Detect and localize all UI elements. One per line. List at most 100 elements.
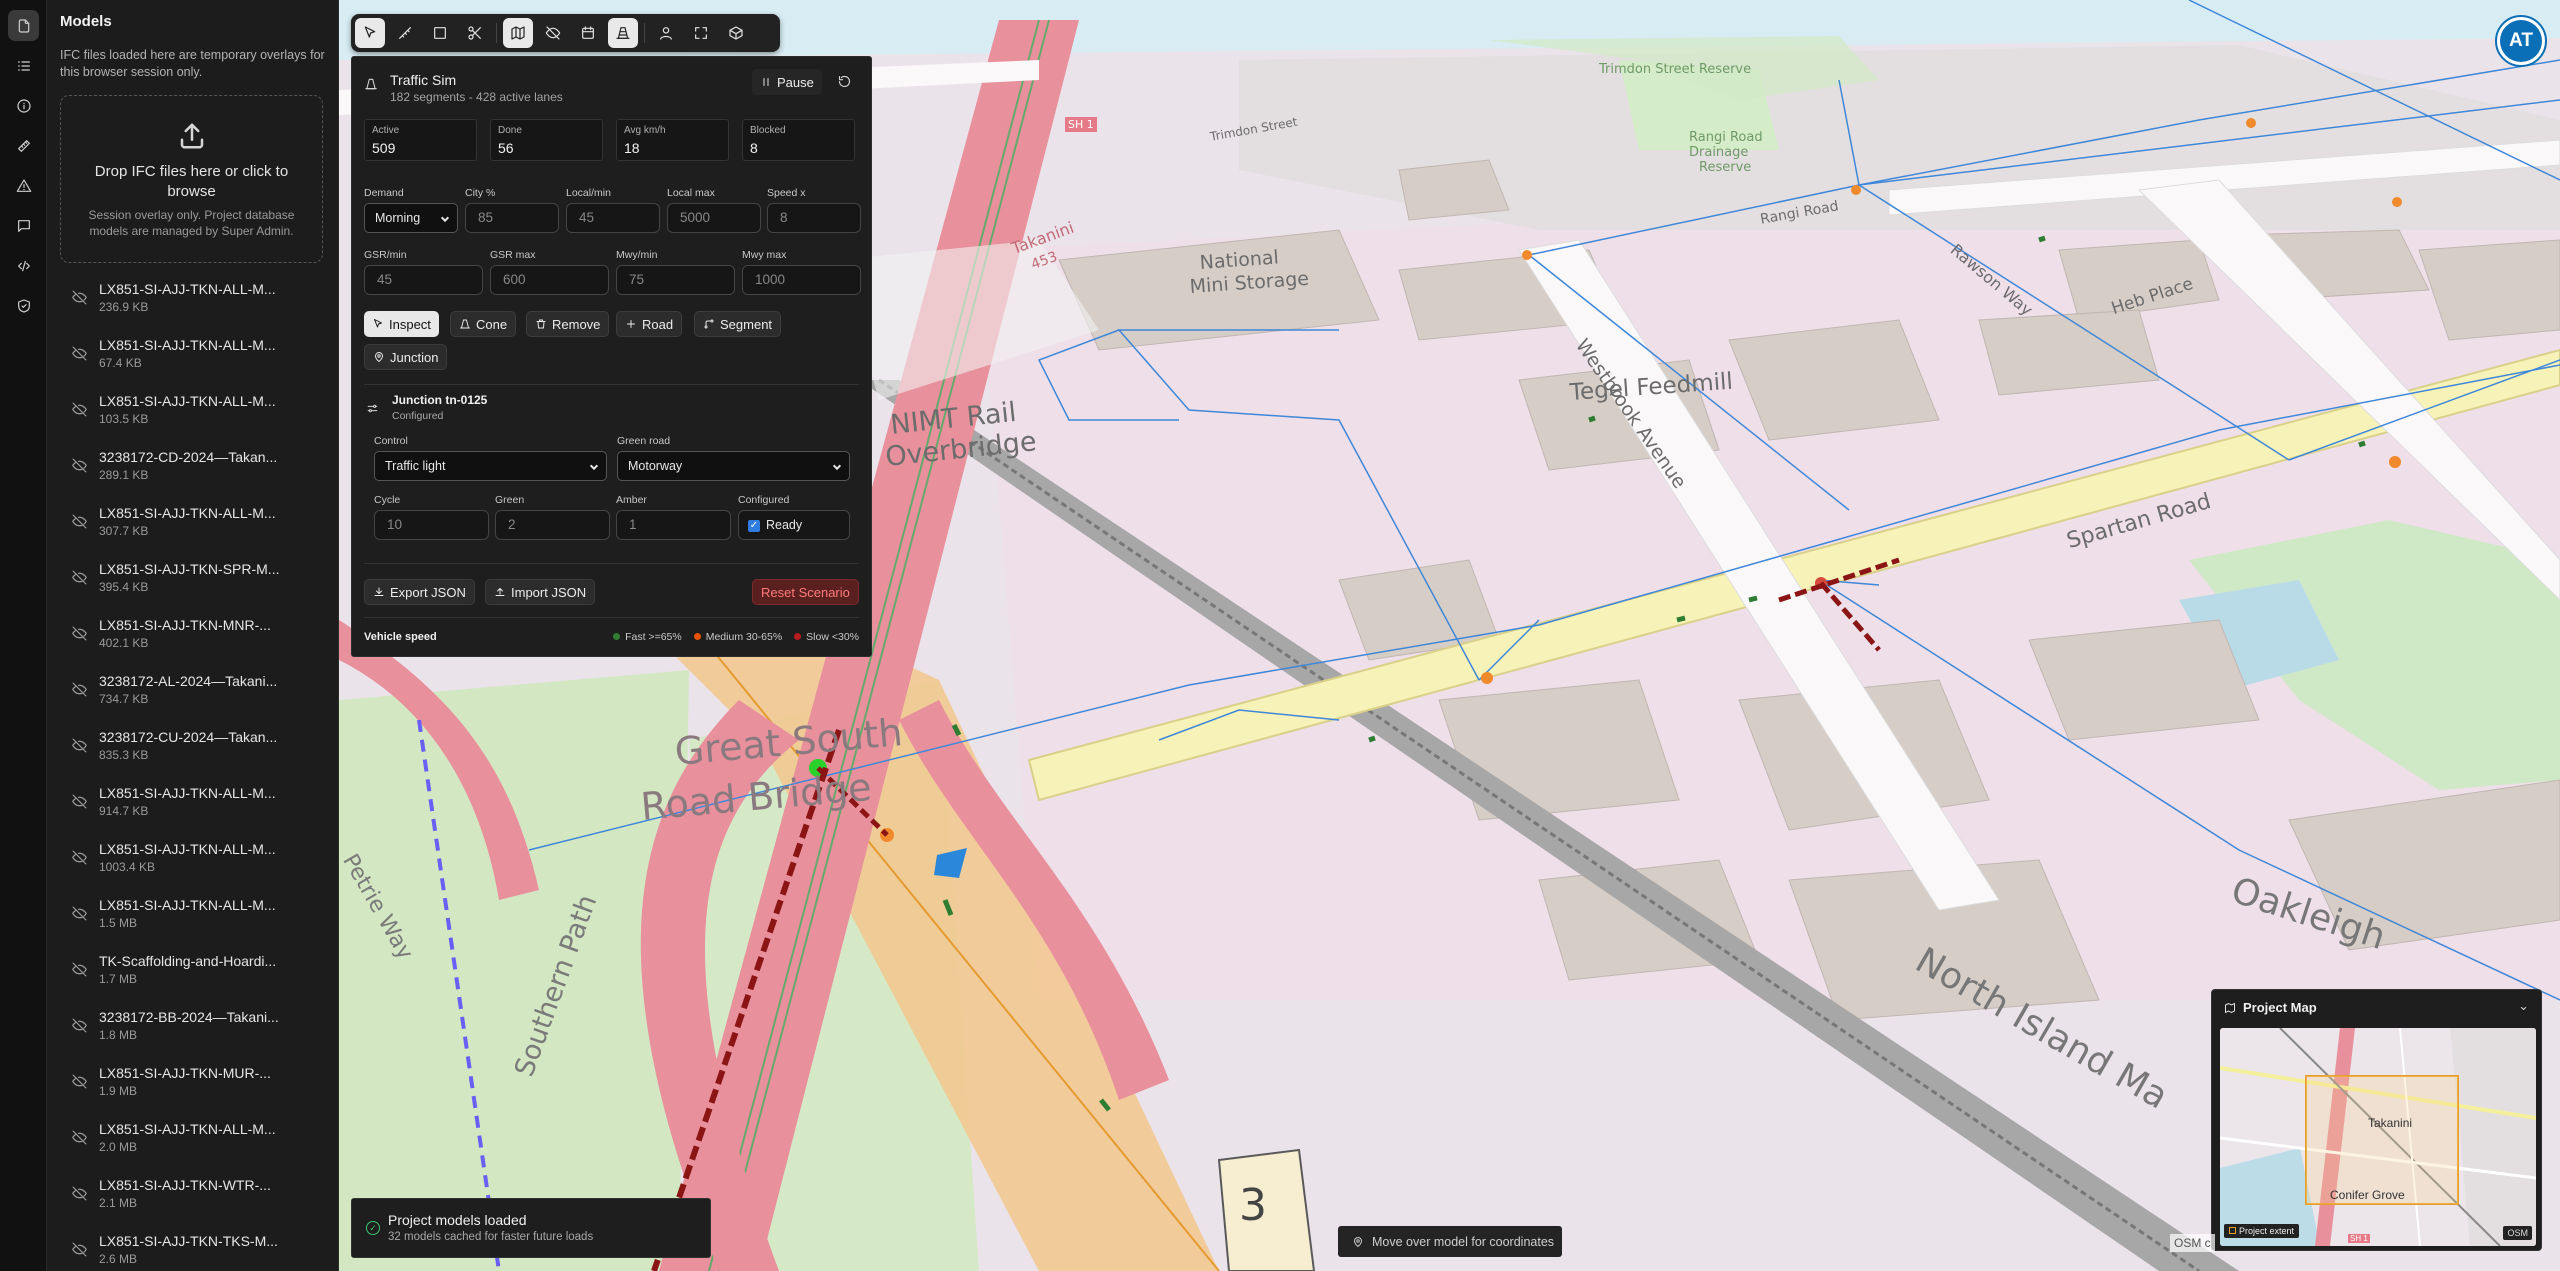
checkbox-checked-icon[interactable]: ✓ [748,520,760,532]
eye-off-icon[interactable] [71,1241,88,1258]
eye-off-icon[interactable] [71,1185,88,1202]
green-road-select[interactable]: Motorway [617,451,850,481]
models-loaded-toast: ✓ Project models loaded 32 models cached… [351,1198,711,1258]
stat-label: Avg km/h [624,125,666,136]
project-map-header[interactable]: Project Map [2224,1000,2317,1015]
eye-off-icon[interactable] [71,737,88,754]
import-json-button[interactable]: Import JSON [485,579,596,605]
model-file-row[interactable]: LX851-SI-AJJ-TKN-ALL-M... 236.9 KB [47,273,338,329]
reset-scenario-button[interactable]: Reset Scenario [752,579,859,605]
layers-list-icon[interactable] [8,50,39,81]
models-icon[interactable] [8,10,39,41]
project-map-thumbnail[interactable]: Takanini Conifer Grove Project extent SH… [2220,1028,2536,1246]
mwy-min-label: Mwy/min [616,249,658,261]
eye-off-icon[interactable] [71,513,88,530]
model-file-row[interactable]: LX851-SI-AJJ-TKN-ALL-M... 67.4 KB [47,329,338,385]
junction-status: Configured [392,410,444,422]
road-tool-button[interactable]: Road [616,311,683,337]
model-file-row[interactable]: 3238172-CD-2024—Takan... 289.1 KB [47,441,338,497]
cone-tool-button[interactable]: Cone [450,311,517,337]
eye-off-icon[interactable] [71,1017,88,1034]
amber-input[interactable]: 1 [616,510,731,540]
local-min-input[interactable]: 45 [566,203,660,233]
person-icon[interactable] [651,18,681,48]
ifc-dropzone[interactable]: Drop IFC files here or click to browse S… [60,95,323,263]
eye-off-icon[interactable] [71,849,88,866]
export-label: Export JSON [390,584,466,600]
demand-select[interactable]: Morning [364,203,458,233]
model-file-row[interactable]: LX851-SI-AJJ-TKN-MUR-... 1.9 MB [47,1057,338,1113]
osm-attribution[interactable]: OSM c [2170,1234,2215,1252]
chat-icon[interactable] [8,210,39,241]
map-pin-icon [1353,1236,1363,1247]
model-file-row[interactable]: LX851-SI-AJJ-TKN-ALL-M... 103.5 KB [47,385,338,441]
eye-off-icon[interactable] [71,289,88,306]
traffic-cone-icon[interactable] [608,18,638,48]
gsr-max-input[interactable]: 600 [490,265,609,295]
code-icon[interactable] [8,250,39,281]
fullscreen-icon[interactable] [686,18,716,48]
eye-off-icon[interactable] [71,1129,88,1146]
local-max-input[interactable]: 5000 [667,203,761,233]
traffic-cone-icon [460,319,470,329]
ready-checkbox-field[interactable]: ✓ Ready [738,510,850,540]
hide-icon[interactable] [538,18,568,48]
model-file-row[interactable]: LX851-SI-AJJ-TKN-ALL-M... 1.5 MB [47,889,338,945]
eye-off-icon[interactable] [71,625,88,642]
gsr-min-input[interactable]: 45 [364,265,483,295]
model-file-row[interactable]: LX851-SI-AJJ-TKN-ALL-M... 914.7 KB [47,777,338,833]
segment-tool-button[interactable]: Segment [694,311,782,337]
map-pin-icon [375,352,383,362]
pause-button[interactable]: Pause [752,69,822,95]
collapse-chevron-icon[interactable]: ⌄ [2518,998,2529,1014]
osm-badge[interactable]: OSM [2503,1226,2532,1240]
info-icon[interactable] [8,90,39,121]
eye-off-icon[interactable] [71,401,88,418]
model-file-row[interactable]: LX851-SI-AJJ-TKN-SPR-M... 395.4 KB [47,553,338,609]
demand-value: Morning [375,211,421,225]
calendar-icon[interactable] [573,18,603,48]
reset-icon[interactable] [837,74,852,94]
eye-off-icon[interactable] [71,905,88,922]
inspect-tool-button[interactable]: Inspect [364,311,439,337]
model-file-row[interactable]: LX851-SI-AJJ-TKN-ALL-M... 307.7 KB [47,497,338,553]
eye-off-icon[interactable] [71,569,88,586]
city-percent-input[interactable]: 85 [465,203,559,233]
map-icon[interactable] [503,18,533,48]
eye-off-icon[interactable] [71,961,88,978]
warning-icon[interactable] [8,170,39,201]
speed-input[interactable]: 8 [767,203,861,233]
map-label-sh: SH 1 [1065,117,1097,132]
junction-tool-button[interactable]: Junction [364,344,448,370]
cube-icon[interactable] [721,18,751,48]
model-file-row[interactable]: LX851-SI-AJJ-TKN-ALL-M... 2.0 MB [47,1113,338,1169]
select-tool-icon[interactable] [355,18,385,48]
box-select-icon[interactable] [425,18,455,48]
green-input[interactable]: 2 [495,510,610,540]
plus-icon [627,320,635,328]
cut-icon[interactable] [460,18,490,48]
mwy-min-input[interactable]: 75 [616,265,735,295]
model-file-row[interactable]: LX851-SI-AJJ-TKN-WTR-... 2.1 MB [47,1169,338,1225]
eye-off-icon[interactable] [71,457,88,474]
model-file-row[interactable]: LX851-SI-AJJ-TKN-TKS-M... 2.6 MB [47,1225,338,1271]
model-file-row[interactable]: TK-Scaffolding-and-Hoardi... 1.7 MB [47,945,338,1001]
eye-off-icon[interactable] [71,793,88,810]
shield-icon[interactable] [8,290,39,321]
mwy-max-input[interactable]: 1000 [742,265,861,295]
eye-off-icon[interactable] [71,345,88,362]
model-file-row[interactable]: LX851-SI-AJJ-TKN-ALL-M... 1003.4 KB [47,833,338,889]
cycle-input[interactable]: 10 [374,510,489,540]
measure-tool-icon[interactable] [390,18,420,48]
eye-off-icon[interactable] [71,681,88,698]
eye-off-icon[interactable] [71,1073,88,1090]
model-file-row[interactable]: LX851-SI-AJJ-TKN-MNR-... 402.1 KB [47,609,338,665]
control-select[interactable]: Traffic light [374,451,607,481]
remove-tool-button[interactable]: Remove [526,311,610,337]
ruler-icon[interactable] [8,130,39,161]
gsr-max-label: GSR max [490,249,536,261]
model-file-row[interactable]: 3238172-BB-2024—Takani... 1.8 MB [47,1001,338,1057]
model-file-row[interactable]: 3238172-CU-2024—Takan... 835.3 KB [47,721,338,777]
model-file-row[interactable]: 3238172-AL-2024—Takani... 734.7 KB [47,665,338,721]
export-json-button[interactable]: Export JSON [364,579,475,605]
